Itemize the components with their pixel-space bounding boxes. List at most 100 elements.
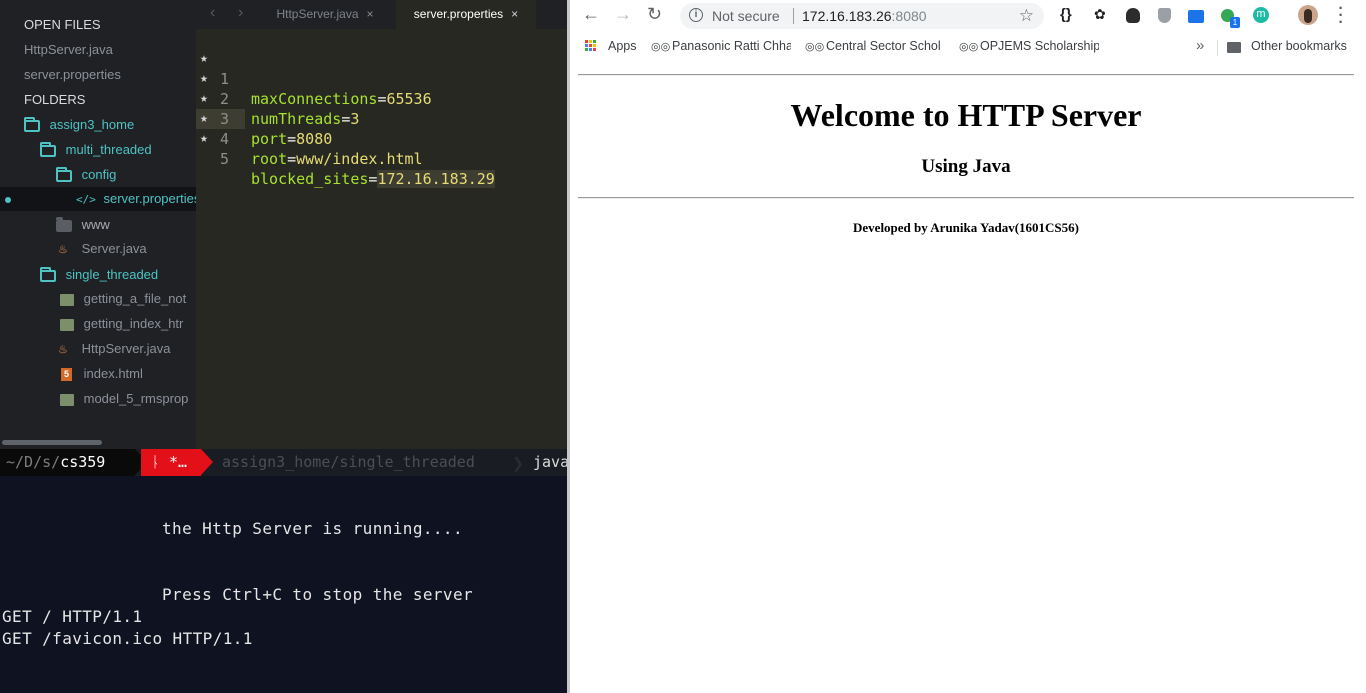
html5-file-icon: 5 xyxy=(61,368,72,382)
file-label: server.properties xyxy=(103,191,197,206)
shield-extension-icon[interactable] xyxy=(1158,8,1171,23)
file-server-java[interactable]: ♨ Server.java xyxy=(58,238,147,260)
folder-config[interactable]: config xyxy=(56,164,116,186)
more-menu-icon[interactable]: · · · xyxy=(1338,1,1344,31)
folder-label: www xyxy=(81,217,110,232)
browser-toolbar: ← → ↻ i Not secure 172.16.183.26:8080 ☆ … xyxy=(570,0,1366,32)
privacy-badger-extension-icon[interactable] xyxy=(1126,8,1140,23)
property-value: 172.16.183.29 xyxy=(377,170,495,188)
cloud-extension-icon[interactable] xyxy=(1188,10,1204,23)
folder-assign3-home[interactable]: assign3_home xyxy=(24,114,134,136)
terminal-output-line: GET /favicon.ico HTTP/1.1 xyxy=(2,629,253,648)
code-line[interactable]: ★ 3 port=8080 xyxy=(196,69,332,148)
folder-label: single_threaded xyxy=(65,267,159,282)
open-file-server-properties[interactable]: server.properties xyxy=(24,64,121,86)
close-icon[interactable]: × xyxy=(511,7,518,21)
file-getting-a-file[interactable]: getting_a_file_not xyxy=(60,288,186,310)
info-icon[interactable]: i xyxy=(689,8,703,22)
web-page: Welcome to HTTP Server Using Java Develo… xyxy=(570,62,1366,693)
file-server-properties[interactable]: </> server.properties xyxy=(76,188,196,210)
java-file-icon: ♨ xyxy=(58,343,68,356)
security-label[interactable]: Not secure xyxy=(712,8,780,24)
code-line[interactable]: ★ 2 numThreads=3 xyxy=(196,49,359,128)
folder-multi-threaded[interactable]: multi_threaded xyxy=(40,139,152,161)
tab-label: HttpServer.java xyxy=(276,7,359,21)
tab-scroll-left-icon[interactable]: ‹ xyxy=(210,4,215,22)
file-label: Server.java xyxy=(81,241,147,256)
property-key: numThreads xyxy=(251,110,342,128)
json-formatter-extension-icon[interactable]: {} xyxy=(1060,6,1072,23)
file-getting-index[interactable]: getting_index_htr xyxy=(60,313,183,335)
file-label: index.html xyxy=(83,366,143,381)
bookmark-star-icon[interactable]: ☆ xyxy=(1019,6,1034,26)
bookmark-panasonic[interactable]: ◎◎ Panasonic Ratti Chha xyxy=(651,39,791,53)
url-text[interactable]: 172.16.183.26:8080 xyxy=(802,8,927,24)
extension-badge: 1 xyxy=(1230,17,1240,28)
equals-sign: = xyxy=(287,130,297,148)
profile-avatar[interactable] xyxy=(1298,5,1318,25)
folder-icon xyxy=(1227,42,1241,53)
url-port: :8080 xyxy=(891,8,927,24)
code-line[interactable]: ★ 1 maxConnections=65536 xyxy=(196,29,432,108)
other-bookmarks[interactable]: Other bookmarks xyxy=(1251,39,1347,53)
url-host: 172.16.183.26 xyxy=(802,8,892,24)
image-file-icon xyxy=(60,318,74,331)
open-file-httpserver-java[interactable]: HttpServer.java xyxy=(24,39,113,61)
folder-label: config xyxy=(81,167,117,182)
page-subheading: Using Java xyxy=(921,156,1011,177)
folder-open-icon xyxy=(56,166,72,182)
property-key: port xyxy=(251,130,288,148)
terminal-pane[interactable]: ~/D/s/cs359 ᚿ *… assign3_home/single_thr… xyxy=(0,449,567,693)
property-key: root xyxy=(251,150,288,168)
glasses-icon: ◎◎ xyxy=(805,41,825,53)
tab-label: server.properties xyxy=(413,7,504,21)
tab-server-properties[interactable]: server.properties × xyxy=(396,0,536,29)
terminal-output-line: the Http Server is running.... xyxy=(162,519,463,538)
property-value: 65536 xyxy=(386,90,432,108)
back-arrow-icon[interactable]: ← xyxy=(582,4,600,25)
file-label: HttpServer.java xyxy=(81,341,171,356)
sidebar-scrollbar[interactable] xyxy=(2,440,102,445)
open-files-heading: OPEN FILES xyxy=(24,17,101,32)
tab-scroll-right-icon[interactable]: › xyxy=(238,4,243,22)
browser-window: ← → ↻ i Not secure 172.16.183.26:8080 ☆ … xyxy=(570,0,1366,693)
property-value: 8080 xyxy=(296,130,333,148)
file-index-html[interactable]: 5 index.html xyxy=(61,363,143,385)
folder-single-threaded[interactable]: single_threaded xyxy=(40,264,158,286)
bookmark-apps[interactable]: Apps xyxy=(608,39,637,53)
gnome-foot-extension-icon[interactable]: ✿ xyxy=(1094,6,1106,23)
bookmark-central-sector[interactable]: ◎◎ Central Sector Schol xyxy=(805,39,943,53)
forward-arrow-icon[interactable]: → xyxy=(614,4,632,25)
glasses-icon: ◎◎ xyxy=(959,41,979,53)
property-value: 3 xyxy=(350,110,360,128)
modified-dot-icon xyxy=(5,197,11,203)
bookmark-label: Central Sector Schol xyxy=(826,39,941,53)
code-line[interactable]: ★ 5 blocked_sites = 172.16.183.29 xyxy=(196,109,495,188)
close-icon[interactable]: × xyxy=(367,7,374,21)
bookmark-label: Panasonic Ratti Chha xyxy=(672,39,791,53)
address-bar[interactable]: i Not secure 172.16.183.26:8080 ☆ xyxy=(680,3,1044,29)
file-httpserver-java[interactable]: ♨ HttpServer.java xyxy=(58,338,171,360)
bookmarks-separator xyxy=(1217,40,1218,56)
reload-icon[interactable]: ↻ xyxy=(647,4,662,25)
line-number: 5 xyxy=(220,150,230,168)
editor-pane: ‹ › HttpServer.java × server.properties × … xyxy=(196,0,567,449)
bookmarks-bar: Apps ◎◎ Panasonic Ratti Chha ◎◎ Central Se… xyxy=(570,34,1366,62)
tab-httpserver-java[interactable]: HttpServer.java × xyxy=(262,0,388,29)
terminal-output-line: Press Ctrl+C to stop the server xyxy=(162,585,474,604)
more-bookmarks-chevron-icon[interactable]: » xyxy=(1196,37,1204,54)
bookmark-label: OPJEMS Scholarship xyxy=(980,39,1099,53)
property-key: maxConnections xyxy=(251,90,378,108)
folder-open-icon xyxy=(40,266,56,282)
horizontal-rule xyxy=(578,74,1354,76)
file-model-5[interactable]: model_5_rmsprop xyxy=(60,388,188,410)
m-extension-icon[interactable]: m xyxy=(1253,7,1269,23)
folder-www[interactable]: www xyxy=(56,214,110,236)
bookmark-opjems[interactable]: ◎◎ OPJEMS Scholarship xyxy=(959,39,1099,53)
apps-grid-icon[interactable] xyxy=(585,40,597,52)
code-line[interactable]: ★ 4 root=www/index.html xyxy=(196,89,423,168)
folder-open-icon xyxy=(24,116,40,132)
folder-label: multi_threaded xyxy=(65,142,152,157)
folder-closed-icon xyxy=(56,216,72,232)
file-label: model_5_rmsprop xyxy=(83,391,189,406)
